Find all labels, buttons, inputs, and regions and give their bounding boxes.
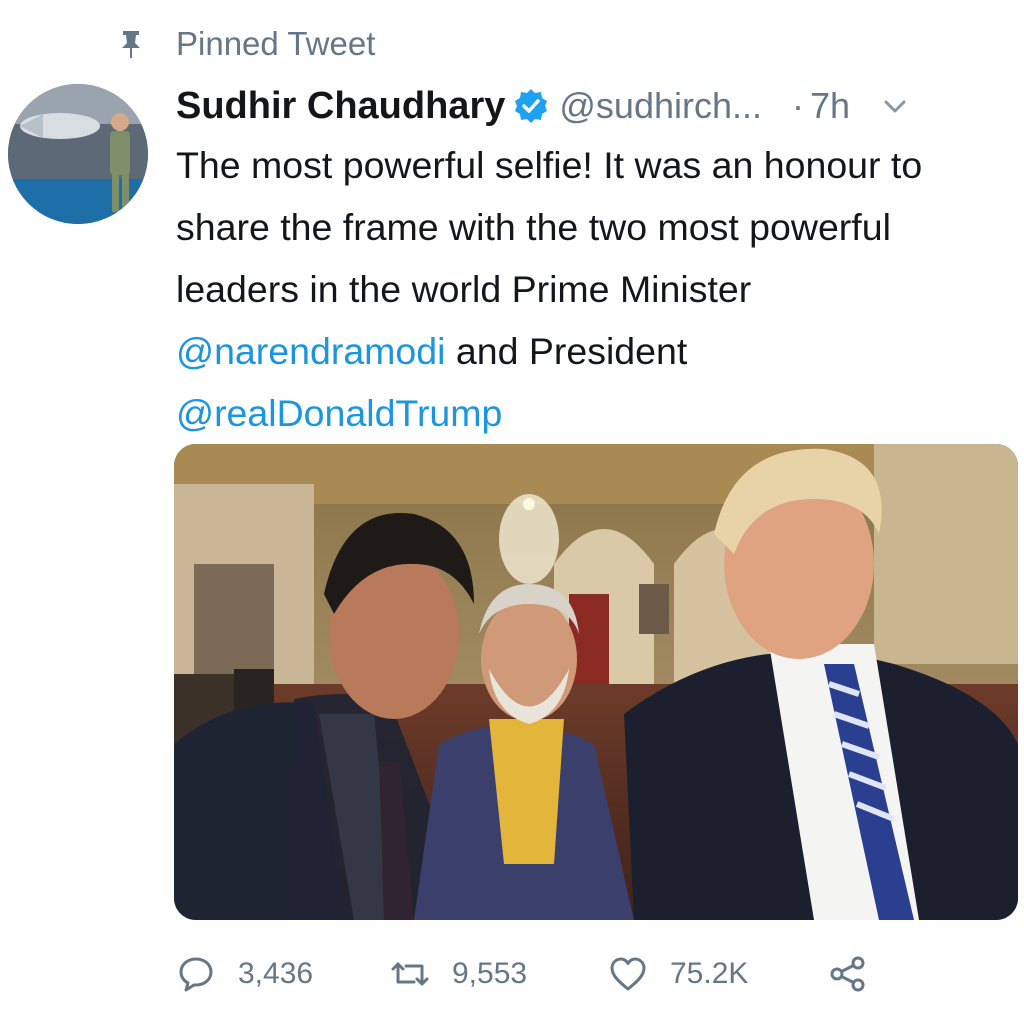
pinned-tweet-label: Pinned Tweet xyxy=(176,25,376,62)
retweet-count: 9,553 xyxy=(452,957,528,990)
tweet-card: Pinned Tweet Sudhir Chaudhary @sudhirch.… xyxy=(0,0,1024,1024)
tweet-text-part2: and President xyxy=(445,330,688,372)
pin-icon xyxy=(118,29,144,59)
mention-link[interactable]: @realDonaldTrump xyxy=(176,392,502,434)
separator-dot: · xyxy=(792,85,804,126)
like-button[interactable]: 75.2K xyxy=(608,944,748,1004)
reply-button[interactable]: 3,436 xyxy=(176,944,313,1004)
tweet-text-part1: The most powerful selfie! It was an hono… xyxy=(176,144,923,310)
reply-icon xyxy=(179,957,213,992)
retweet-button[interactable]: 9,553 xyxy=(390,944,527,1004)
reply-count: 3,436 xyxy=(238,957,314,990)
pinned-tweet-row: Pinned Tweet xyxy=(118,22,375,66)
heart-icon xyxy=(610,957,646,991)
avatar[interactable] xyxy=(8,84,148,224)
tweet-actions: 3,436 9,553 75.2K xyxy=(176,944,896,1004)
share-icon xyxy=(830,956,865,992)
tweet-photo[interactable] xyxy=(174,444,1018,920)
mention-link[interactable]: @narendramodi xyxy=(176,330,445,372)
author-handle[interactable]: @sudhirch... xyxy=(559,85,762,127)
verified-badge-icon xyxy=(513,88,549,124)
chevron-down-icon[interactable] xyxy=(880,91,910,121)
tweet-time[interactable]: 7h xyxy=(810,85,850,127)
author-display-name[interactable]: Sudhir Chaudhary xyxy=(176,85,505,128)
share-button[interactable] xyxy=(828,944,868,1004)
tweet-text: The most powerful selfie! It was an hono… xyxy=(176,134,1016,444)
like-count: 75.2K xyxy=(670,957,749,990)
tweet-header: Sudhir Chaudhary @sudhirch... · 7h xyxy=(176,78,1016,134)
retweet-icon xyxy=(391,962,429,986)
